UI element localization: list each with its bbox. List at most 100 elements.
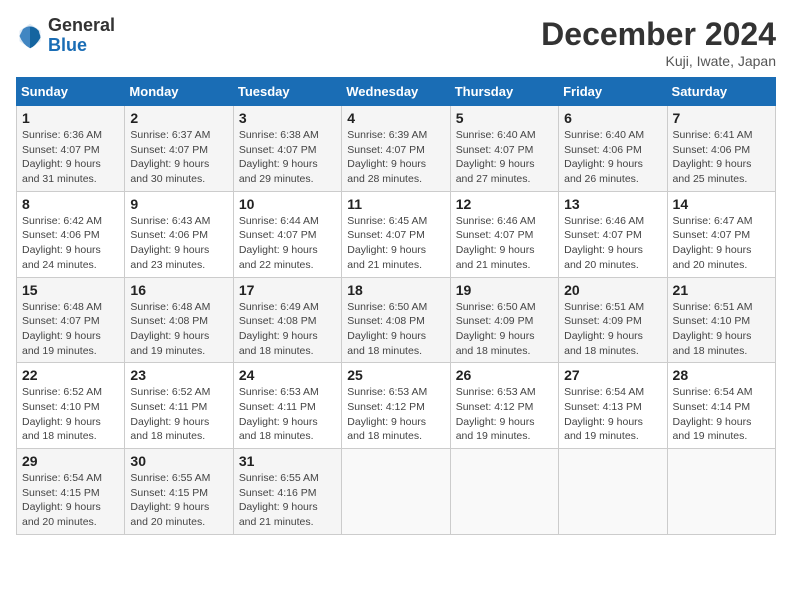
weekday-header-saturday: Saturday xyxy=(667,78,775,106)
day-cell: 1Sunrise: 6:36 AM Sunset: 4:07 PM Daylig… xyxy=(17,106,125,192)
day-info: Sunrise: 6:46 AM Sunset: 4:07 PM Dayligh… xyxy=(456,214,553,273)
day-cell: 30Sunrise: 6:55 AM Sunset: 4:15 PM Dayli… xyxy=(125,449,233,535)
day-cell: 15Sunrise: 6:48 AM Sunset: 4:07 PM Dayli… xyxy=(17,277,125,363)
day-number: 17 xyxy=(239,282,336,298)
day-cell: 14Sunrise: 6:47 AM Sunset: 4:07 PM Dayli… xyxy=(667,191,775,277)
day-info: Sunrise: 6:41 AM Sunset: 4:06 PM Dayligh… xyxy=(673,128,770,187)
day-number: 22 xyxy=(22,367,119,383)
day-cell: 5Sunrise: 6:40 AM Sunset: 4:07 PM Daylig… xyxy=(450,106,558,192)
day-cell: 23 Sunrise: 6:52 AM Sunset: 4:11 PM Dayli… xyxy=(125,363,233,449)
location: Kuji, Iwate, Japan xyxy=(541,53,776,69)
day-cell: 12 Sunrise: 6:46 AM Sunset: 4:07 PM Dayli… xyxy=(450,191,558,277)
day-cell: 24 Sunrise: 6:53 AM Sunset: 4:11 PM Dayli… xyxy=(233,363,341,449)
day-number: 25 xyxy=(347,367,444,383)
logo-blue: Blue xyxy=(48,36,115,56)
day-number: 26 xyxy=(456,367,553,383)
weekday-header-row: SundayMondayTuesdayWednesdayThursdayFrid… xyxy=(17,78,776,106)
day-cell: 25 Sunrise: 6:53 AM Sunset: 4:12 PM Dayli… xyxy=(342,363,450,449)
day-info: Sunrise: 6:53 AM Sunset: 4:11 PM Dayligh… xyxy=(239,385,336,444)
day-info: Sunrise: 6:54 AM Sunset: 4:13 PM Dayligh… xyxy=(564,385,661,444)
day-info: Sunrise: 6:46 AM Sunset: 4:07 PM Dayligh… xyxy=(564,214,661,273)
day-cell: 7Sunrise: 6:41 AM Sunset: 4:06 PM Daylig… xyxy=(667,106,775,192)
day-cell: 20Sunrise: 6:51 AM Sunset: 4:09 PM Dayli… xyxy=(559,277,667,363)
weekday-header-friday: Friday xyxy=(559,78,667,106)
day-cell: 21 Sunrise: 6:51 AM Sunset: 4:10 PM Dayli… xyxy=(667,277,775,363)
day-cell: 17 Sunrise: 6:49 AM Sunset: 4:08 PM Dayli… xyxy=(233,277,341,363)
day-number: 12 xyxy=(456,196,553,212)
day-number: 21 xyxy=(673,282,770,298)
month-title: December 2024 xyxy=(541,16,776,53)
day-info: Sunrise: 6:51 AM Sunset: 4:09 PM Dayligh… xyxy=(564,300,661,359)
day-cell xyxy=(667,449,775,535)
day-cell xyxy=(559,449,667,535)
day-number: 14 xyxy=(673,196,770,212)
day-cell xyxy=(342,449,450,535)
day-cell: 31 Sunrise: 6:55 AM Sunset: 4:16 PM Dayli… xyxy=(233,449,341,535)
day-cell: 2 Sunrise: 6:37 AM Sunset: 4:07 PM Daylig… xyxy=(125,106,233,192)
logo-icon xyxy=(16,22,44,50)
day-cell: 18Sunrise: 6:50 AM Sunset: 4:08 PM Dayli… xyxy=(342,277,450,363)
day-info: Sunrise: 6:55 AM Sunset: 4:16 PM Dayligh… xyxy=(239,471,336,530)
day-cell: 16 Sunrise: 6:48 AM Sunset: 4:08 PM Dayli… xyxy=(125,277,233,363)
day-info: Sunrise: 6:42 AM Sunset: 4:06 PM Dayligh… xyxy=(22,214,119,273)
week-row-5: 29 Sunrise: 6:54 AM Sunset: 4:15 PM Dayli… xyxy=(17,449,776,535)
day-info: Sunrise: 6:54 AM Sunset: 4:14 PM Dayligh… xyxy=(673,385,770,444)
day-info: Sunrise: 6:37 AM Sunset: 4:07 PM Dayligh… xyxy=(130,128,227,187)
day-info: Sunrise: 6:43 AM Sunset: 4:06 PM Dayligh… xyxy=(130,214,227,273)
day-cell: 9 Sunrise: 6:43 AM Sunset: 4:06 PM Daylig… xyxy=(125,191,233,277)
day-number: 16 xyxy=(130,282,227,298)
day-info: Sunrise: 6:51 AM Sunset: 4:10 PM Dayligh… xyxy=(673,300,770,359)
week-row-4: 22Sunrise: 6:52 AM Sunset: 4:10 PM Dayli… xyxy=(17,363,776,449)
day-number: 13 xyxy=(564,196,661,212)
day-number: 15 xyxy=(22,282,119,298)
week-row-3: 15Sunrise: 6:48 AM Sunset: 4:07 PM Dayli… xyxy=(17,277,776,363)
title-area: December 2024 Kuji, Iwate, Japan xyxy=(541,16,776,69)
day-cell: 13 Sunrise: 6:46 AM Sunset: 4:07 PM Dayli… xyxy=(559,191,667,277)
day-number: 27 xyxy=(564,367,661,383)
day-cell: 19Sunrise: 6:50 AM Sunset: 4:09 PM Dayli… xyxy=(450,277,558,363)
day-number: 2 xyxy=(130,110,227,126)
day-info: Sunrise: 6:50 AM Sunset: 4:08 PM Dayligh… xyxy=(347,300,444,359)
day-number: 23 xyxy=(130,367,227,383)
day-info: Sunrise: 6:53 AM Sunset: 4:12 PM Dayligh… xyxy=(347,385,444,444)
day-cell: 11 Sunrise: 6:45 AM Sunset: 4:07 PM Dayli… xyxy=(342,191,450,277)
logo-text: General Blue xyxy=(48,16,115,56)
week-row-1: 1Sunrise: 6:36 AM Sunset: 4:07 PM Daylig… xyxy=(17,106,776,192)
day-number: 10 xyxy=(239,196,336,212)
day-number: 19 xyxy=(456,282,553,298)
day-number: 31 xyxy=(239,453,336,469)
day-number: 29 xyxy=(22,453,119,469)
day-info: Sunrise: 6:36 AM Sunset: 4:07 PM Dayligh… xyxy=(22,128,119,187)
day-info: Sunrise: 6:40 AM Sunset: 4:06 PM Dayligh… xyxy=(564,128,661,187)
day-cell: 28Sunrise: 6:54 AM Sunset: 4:14 PM Dayli… xyxy=(667,363,775,449)
weekday-header-sunday: Sunday xyxy=(17,78,125,106)
day-info: Sunrise: 6:38 AM Sunset: 4:07 PM Dayligh… xyxy=(239,128,336,187)
day-number: 5 xyxy=(456,110,553,126)
day-cell xyxy=(450,449,558,535)
day-cell: 26 Sunrise: 6:53 AM Sunset: 4:12 PM Dayli… xyxy=(450,363,558,449)
weekday-header-wednesday: Wednesday xyxy=(342,78,450,106)
weekday-header-tuesday: Tuesday xyxy=(233,78,341,106)
day-number: 6 xyxy=(564,110,661,126)
day-number: 11 xyxy=(347,196,444,212)
day-number: 8 xyxy=(22,196,119,212)
logo-general: General xyxy=(48,16,115,36)
logo: General Blue xyxy=(16,16,115,56)
day-number: 3 xyxy=(239,110,336,126)
day-number: 30 xyxy=(130,453,227,469)
page-header: General Blue December 2024 Kuji, Iwate, … xyxy=(16,16,776,69)
day-info: Sunrise: 6:45 AM Sunset: 4:07 PM Dayligh… xyxy=(347,214,444,273)
day-number: 9 xyxy=(130,196,227,212)
day-cell: 3 Sunrise: 6:38 AM Sunset: 4:07 PM Daylig… xyxy=(233,106,341,192)
day-info: Sunrise: 6:48 AM Sunset: 4:08 PM Dayligh… xyxy=(130,300,227,359)
day-number: 24 xyxy=(239,367,336,383)
day-info: Sunrise: 6:53 AM Sunset: 4:12 PM Dayligh… xyxy=(456,385,553,444)
day-info: Sunrise: 6:39 AM Sunset: 4:07 PM Dayligh… xyxy=(347,128,444,187)
day-info: Sunrise: 6:54 AM Sunset: 4:15 PM Dayligh… xyxy=(22,471,119,530)
weekday-header-thursday: Thursday xyxy=(450,78,558,106)
day-cell: 29 Sunrise: 6:54 AM Sunset: 4:15 PM Dayli… xyxy=(17,449,125,535)
day-info: Sunrise: 6:44 AM Sunset: 4:07 PM Dayligh… xyxy=(239,214,336,273)
calendar: SundayMondayTuesdayWednesdayThursdayFrid… xyxy=(16,77,776,535)
day-info: Sunrise: 6:52 AM Sunset: 4:11 PM Dayligh… xyxy=(130,385,227,444)
day-info: Sunrise: 6:49 AM Sunset: 4:08 PM Dayligh… xyxy=(239,300,336,359)
